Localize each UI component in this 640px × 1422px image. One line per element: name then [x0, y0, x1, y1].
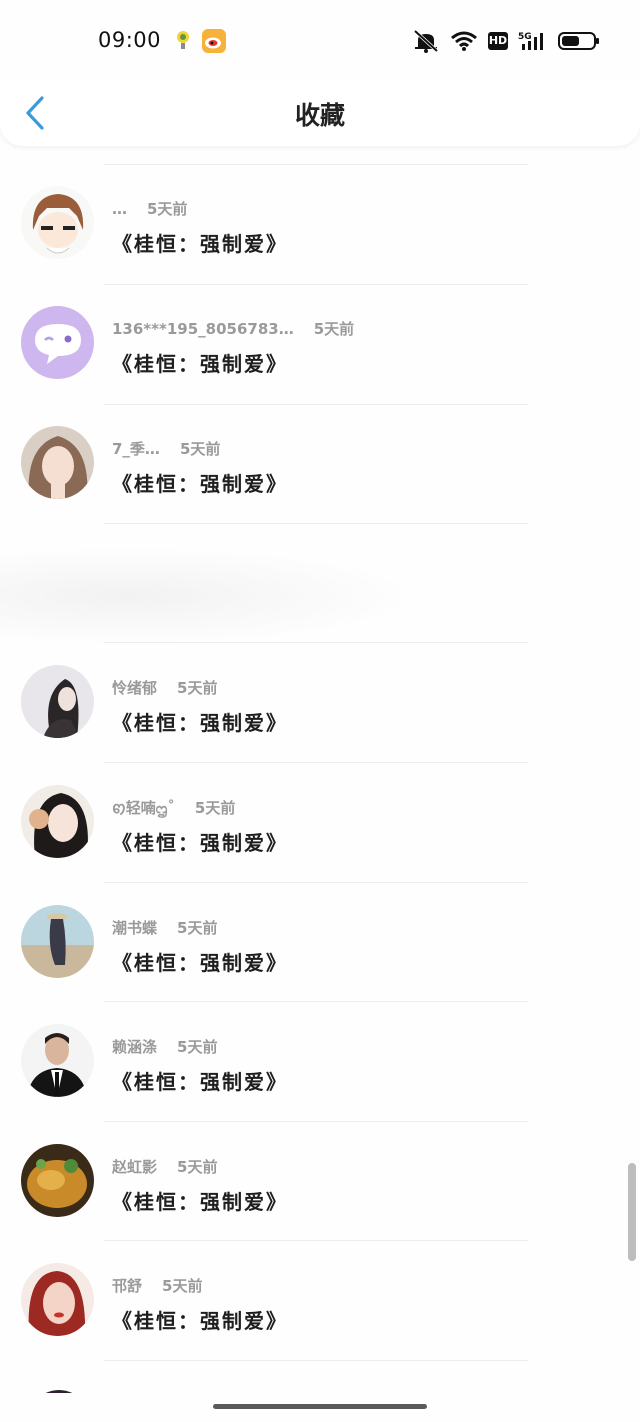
scrollbar[interactable] [628, 1163, 636, 1261]
list-item[interactable]: 怜绪郁 5天前 《桂恒：强制爱》 [0, 665, 640, 784]
time-ago: 5天前 [177, 679, 218, 697]
time-ago: 5天前 [147, 200, 188, 218]
app-header: 收藏 [0, 80, 640, 146]
list-item[interactable]: 赵虹影 5天前 《桂恒：强制爱》 [0, 1144, 640, 1263]
list-item[interactable]: 7_季… 5天前 《桂恒：强制爱》 [0, 426, 640, 545]
book-title[interactable]: 《桂恒：强制爱》 [112, 1066, 288, 1095]
wifi-icon [451, 31, 477, 51]
list-item[interactable]: … 5天前 《桂恒：强制爱》 [0, 186, 640, 305]
divider [104, 1121, 528, 1122]
user-avatar[interactable] [21, 1263, 94, 1336]
status-time: 09:00 [98, 28, 162, 52]
battery-level [562, 36, 579, 46]
username[interactable]: 怜绪郁 [112, 679, 157, 697]
book-title[interactable]: 《桂恒：强制爱》 [112, 348, 288, 377]
divider [104, 642, 528, 643]
list-item[interactable]: ꩅ轻喃ᦗ˚ 5天前 《桂恒：强制爱》 [0, 785, 640, 904]
username[interactable]: ꩅ轻喃ᦗ˚ [112, 799, 175, 817]
username-row: 邗舒 5天前 [112, 1275, 202, 1296]
user-avatar[interactable] [21, 306, 94, 379]
list-item[interactable]: 赖涵涤 5天前 《桂恒：强制爱》 [0, 1024, 640, 1143]
divider [104, 1360, 528, 1361]
book-title[interactable]: 《桂恒：强制爱》 [112, 707, 288, 736]
divider [104, 164, 528, 165]
page-title: 收藏 [294, 101, 345, 130]
divider [104, 762, 528, 763]
user-avatar[interactable] [21, 1024, 94, 1097]
user-avatar[interactable] [37, 1383, 81, 1393]
username[interactable]: 潮书蝶 [112, 919, 157, 937]
book-title[interactable]: 《桂恒：强制爱》 [112, 947, 288, 976]
app-notification-icon [177, 31, 189, 49]
signal-icon: 5G [518, 32, 543, 50]
username[interactable]: 赵虹影 [112, 1158, 157, 1176]
time-ago: 5天前 [177, 919, 218, 937]
username[interactable]: 赖涵涤 [112, 1038, 157, 1056]
username-row: 潮书蝶 5天前 [112, 917, 217, 938]
book-title[interactable]: 《桂恒：强制爱》 [112, 1186, 288, 1215]
home-indicator[interactable] [213, 1404, 427, 1409]
hd-badge: HD [488, 32, 508, 50]
list-item[interactable]: 邗舒 5天前 《桂恒：强制爱》 [0, 1263, 640, 1382]
book-title[interactable]: 《桂恒：强制爱》 [112, 468, 288, 497]
book-title[interactable]: 《桂恒：强制爱》 [112, 228, 288, 257]
time-ago: 5天前 [179, 440, 221, 458]
mute-bell-icon [413, 29, 439, 53]
list-item[interactable]: 潮书蝶 5天前 《桂恒：强制爱》 [0, 905, 640, 1024]
battery-icon [558, 32, 599, 50]
user-avatar[interactable] [21, 905, 94, 978]
username[interactable]: … [112, 200, 127, 218]
divider [104, 1240, 528, 1241]
status-bar: 09:00 HD 5G [0, 0, 640, 80]
book-title[interactable]: 《桂恒：强制爱》 [112, 827, 288, 856]
username-row: ꩅ轻喃ᦗ˚ 5天前 [112, 797, 235, 819]
username-row: 赖涵涤 5天前 [112, 1036, 217, 1057]
divider [104, 882, 528, 883]
username-row: 怜绪郁 5天前 [112, 677, 217, 698]
time-ago: 5天前 [177, 1158, 218, 1176]
divider [104, 1001, 528, 1002]
weibo-icon [202, 29, 226, 53]
time-ago: 5天前 [194, 799, 236, 817]
username[interactable]: 7_季… [112, 440, 160, 458]
username-row: 赵虹影 5天前 [112, 1156, 217, 1177]
time-ago: 5天前 [177, 1038, 218, 1056]
time-ago: 5天前 [162, 1277, 203, 1295]
divider [104, 523, 528, 524]
user-avatar[interactable] [21, 186, 94, 259]
username-row: 136***195_8056783… 5天前 [112, 318, 354, 339]
user-avatar[interactable] [21, 426, 94, 499]
username-row: … 5天前 [112, 198, 187, 219]
blurred-row [0, 546, 420, 646]
time-ago: 5天前 [313, 320, 355, 338]
book-title[interactable]: 《桂恒：强制爱》 [112, 1305, 288, 1334]
user-avatar[interactable] [21, 665, 94, 738]
user-avatar[interactable] [21, 1144, 94, 1217]
network-type-label: 5G [518, 32, 532, 42]
username-row: 7_季… 5天前 [112, 438, 220, 459]
list-item[interactable]: 136***195_8056783… 5天前 《桂恒：强制爱》 [0, 306, 640, 425]
divider [104, 284, 528, 285]
user-avatar[interactable] [21, 785, 94, 858]
divider [104, 404, 528, 405]
username[interactable]: 136***195_8056783… [112, 320, 294, 338]
username[interactable]: 邗舒 [112, 1277, 142, 1295]
